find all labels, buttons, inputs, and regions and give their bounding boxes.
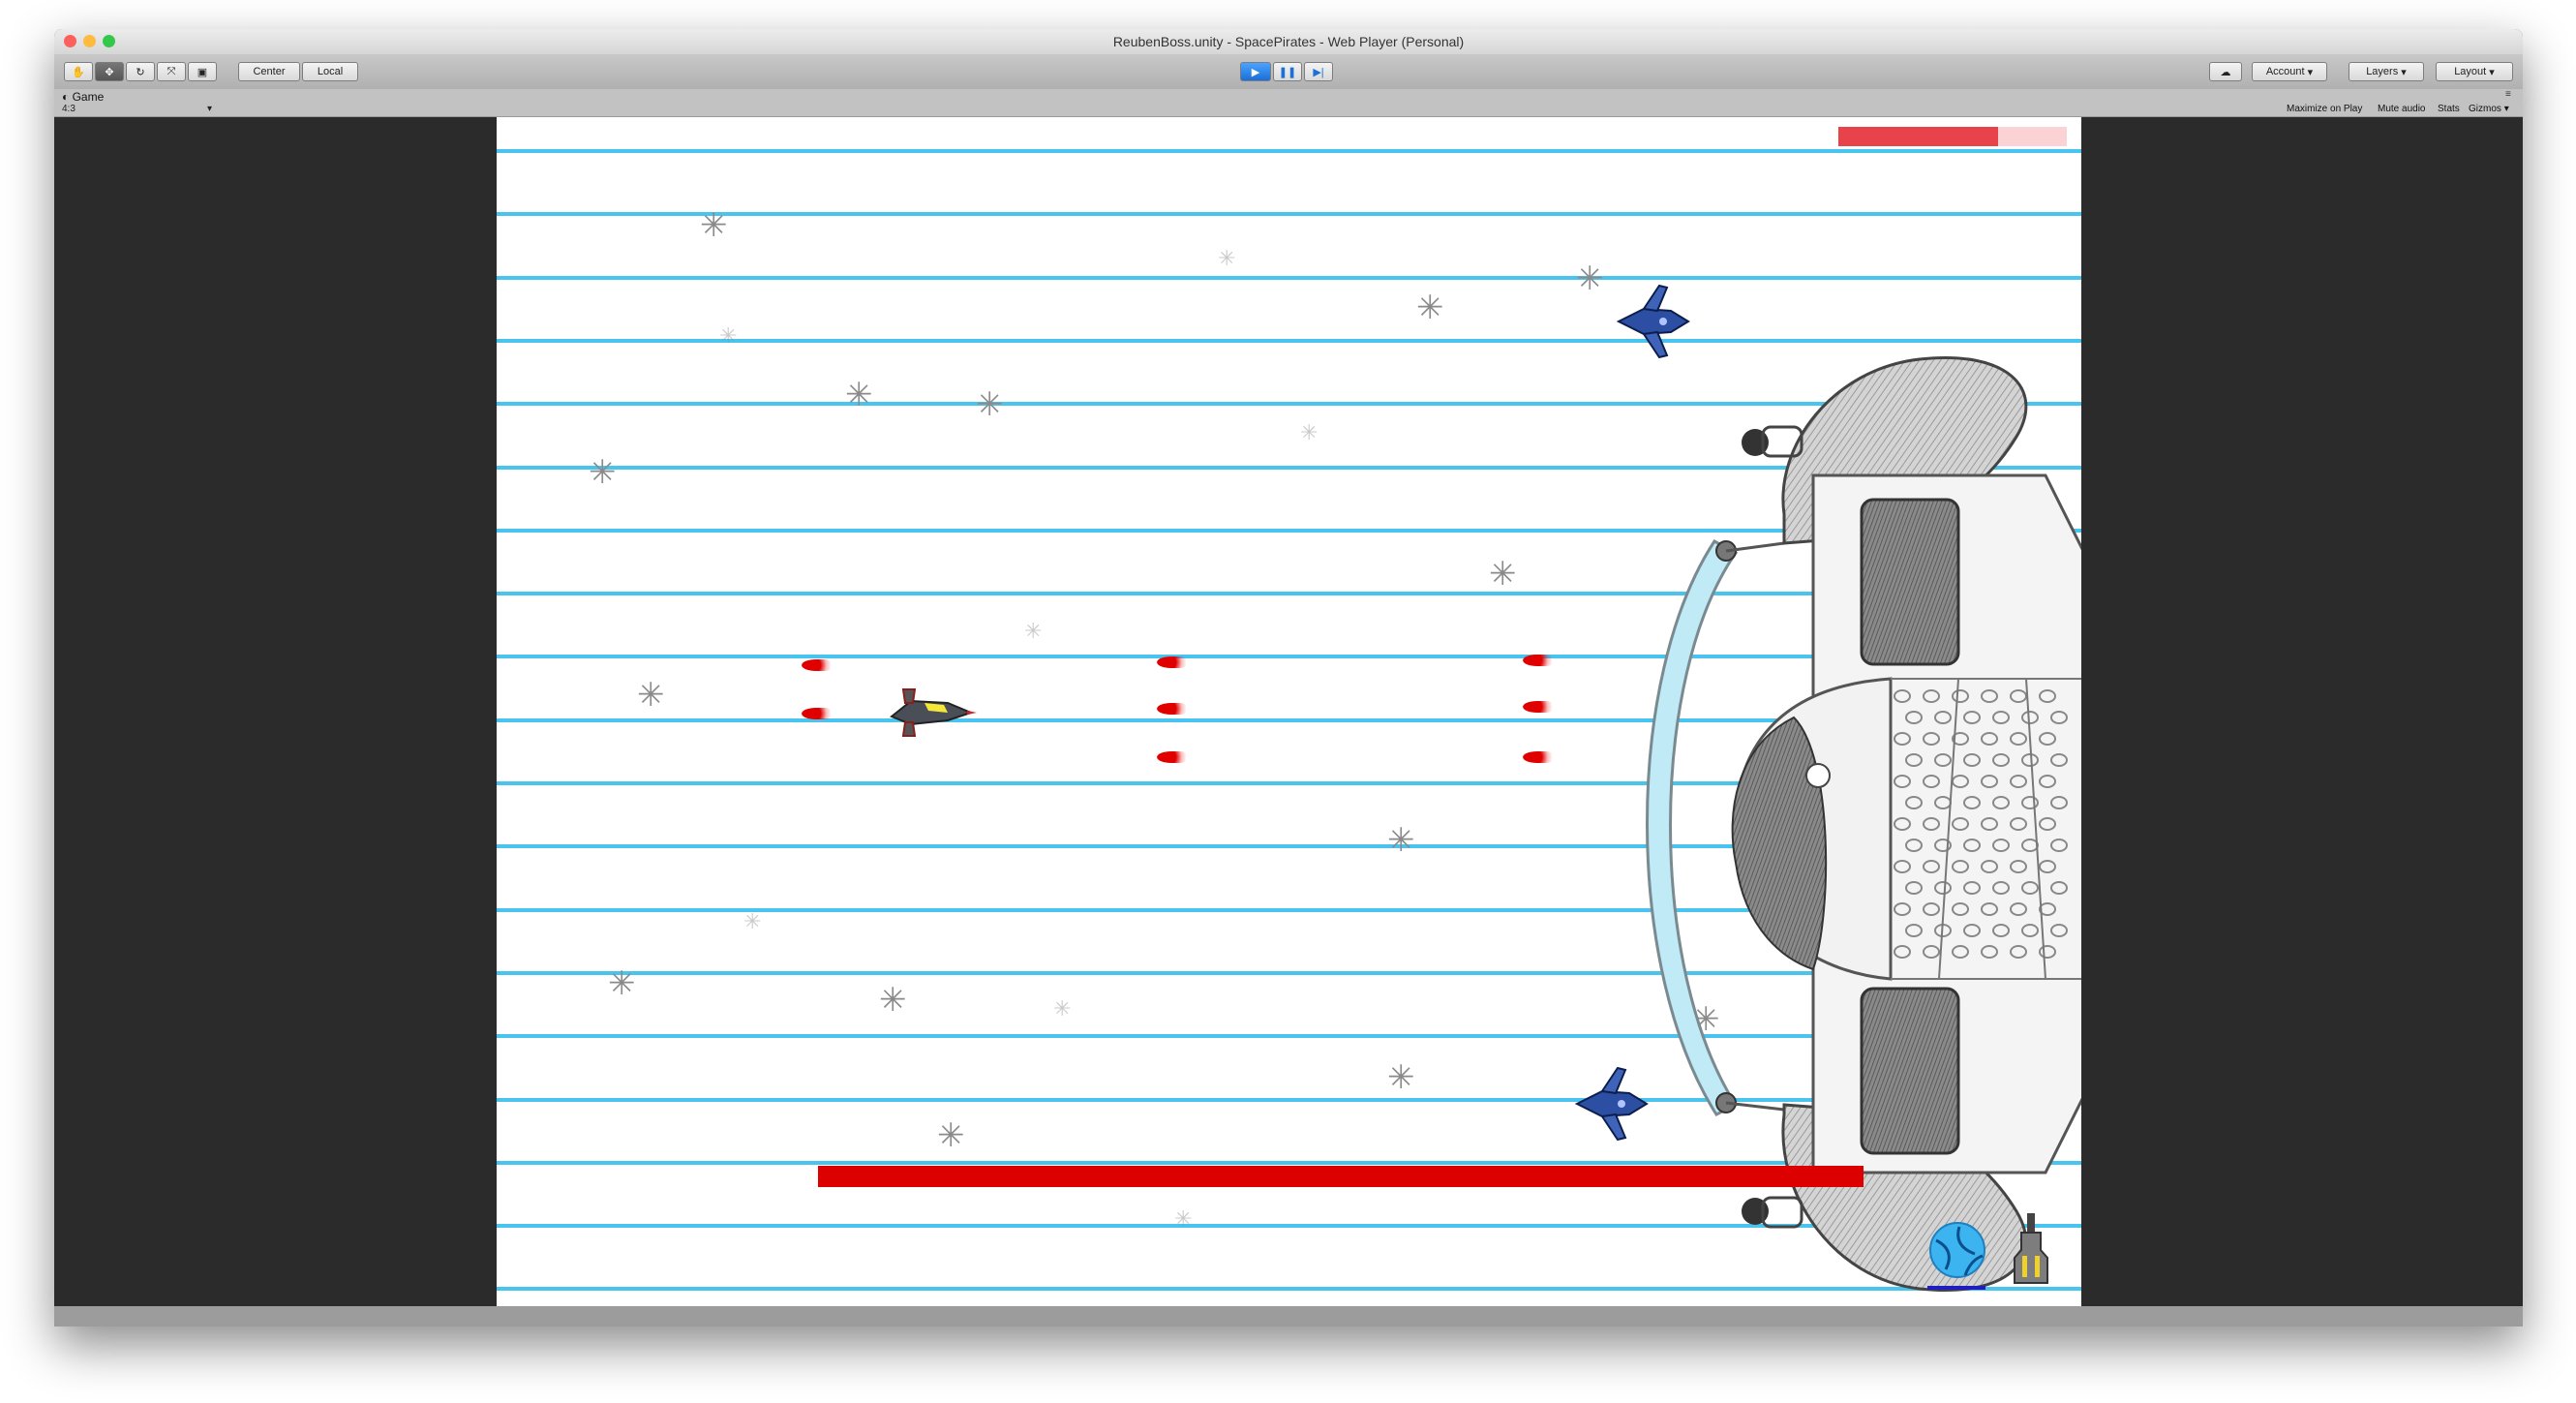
status-bar	[54, 1306, 2523, 1327]
window-title: ReubenBoss.unity - SpacePirates - Web Pl…	[1112, 34, 1465, 49]
aspect-dropdown[interactable]: 4:3 ▾	[62, 104, 212, 115]
cloud-icon: ☁	[2220, 66, 2231, 78]
pause-button[interactable]: ❚❚	[1273, 62, 1302, 81]
star-icon: ✳	[845, 377, 873, 413]
game-viewport[interactable]: ✳ ✳ ✳ ✳ ✳ ✳ ✳ ✳ ✳ ✳ ✳ ✳ ✳ ✳ ✳ ✳ ✳ ✳ ✳ ✳ ✳	[497, 117, 2081, 1306]
star-icon: ✳	[976, 386, 1004, 423]
boss-health-bar	[1838, 127, 2067, 146]
star-icon: ✳	[589, 454, 617, 491]
layout-dropdown[interactable]: Layout ▾	[2436, 62, 2513, 81]
game-tab-label: Game	[72, 90, 105, 104]
star-icon: ✳	[743, 909, 762, 933]
pivot-local-button[interactable]: Local	[302, 62, 358, 81]
enemy-bullet	[1523, 751, 1552, 763]
tab-game[interactable]: ◐ Game	[62, 90, 104, 104]
scale-icon: ⤧	[167, 65, 176, 77]
enemy-bullet	[1157, 656, 1186, 668]
enemy-bullet	[1157, 751, 1186, 763]
layout-label: Layout	[2454, 66, 2487, 77]
space-label: Local	[317, 66, 344, 77]
step-button[interactable]: ▶|	[1304, 62, 1333, 81]
star-icon: ✳	[700, 207, 728, 244]
enemy-bullet	[1523, 701, 1552, 713]
star-icon: ✳	[1174, 1206, 1193, 1231]
layers-label: Layers	[2366, 66, 2399, 77]
gizmos-label: Gizmos	[2469, 104, 2501, 114]
enemy-bullet	[1523, 655, 1552, 666]
pivot-label: Center	[253, 66, 286, 77]
star-icon: ✳	[879, 982, 907, 1019]
enemy-bullet	[1157, 703, 1186, 715]
pivot-center-button[interactable]: Center	[238, 62, 300, 81]
star-icon: ✳	[608, 965, 636, 1002]
chevron-down-icon: ▾	[2401, 66, 2407, 78]
star-icon: ✳	[1300, 420, 1318, 444]
chevron-down-icon: ▾	[2489, 66, 2495, 78]
aspect-label: 4:3	[62, 104, 76, 114]
star-icon: ✳	[637, 677, 665, 714]
account-label: Account	[2265, 66, 2305, 77]
star-icon: ✳	[1416, 290, 1444, 326]
star-icon: ✳	[1218, 246, 1236, 270]
step-icon: ▶|	[1313, 66, 1324, 78]
title-bar: ReubenBoss.unity - SpacePirates - Web Pl…	[54, 29, 2523, 55]
star-icon: ✳	[1387, 822, 1415, 859]
move-tool-button[interactable]: ✥	[95, 62, 124, 81]
star-icon: ✳	[1024, 619, 1043, 643]
play-icon: ▶	[1251, 66, 1260, 78]
game-tab-icon: ◐	[62, 90, 70, 104]
hand-icon: ✋	[72, 66, 85, 78]
chevron-down-icon: ▾	[2503, 104, 2509, 114]
player-ship	[890, 688, 977, 737]
star-icon: ✳	[1053, 996, 1072, 1021]
enemy-bullet	[802, 659, 831, 671]
play-button[interactable]: ▶	[1240, 62, 1271, 81]
toolbar: ✋ ✥ ↻ ⤧ ▣ Center Local ▶ ❚❚ ▶| ☁ Account…	[54, 54, 2523, 90]
rotate-icon: ↻	[136, 66, 145, 78]
shield-cooldown-bar	[1927, 1286, 1985, 1290]
layers-dropdown[interactable]: Layers ▾	[2349, 62, 2424, 81]
star-icon: ✳	[719, 323, 738, 348]
maximize-on-play-toggle[interactable]: Maximize on Play	[2287, 104, 2362, 114]
gizmos-dropdown[interactable]: Gizmos ▾	[2469, 104, 2509, 114]
star-icon: ✳	[1576, 260, 1604, 297]
panel-menu-icon[interactable]: ≡	[2505, 89, 2511, 100]
unity-window: ReubenBoss.unity - SpacePirates - Web Pl…	[54, 29, 2523, 1327]
mute-audio-toggle[interactable]: Mute audio	[2378, 104, 2425, 114]
rotate-tool-button[interactable]: ↻	[126, 62, 155, 81]
enemy-bullet	[802, 708, 831, 719]
scale-tool-button[interactable]: ⤧	[157, 62, 186, 81]
pause-icon: ❚❚	[1278, 66, 1297, 78]
boss-health-fill	[1838, 127, 1999, 146]
boss-ship	[1646, 356, 2081, 1292]
background-line	[497, 149, 2081, 153]
hand-tool-button[interactable]: ✋	[64, 62, 93, 81]
player-health-bar	[818, 1166, 1864, 1187]
star-icon: ✳	[937, 1117, 965, 1154]
chevron-down-icon: ▾	[206, 104, 212, 114]
star-icon: ✳	[1387, 1059, 1415, 1096]
chevron-down-icon: ▾	[2307, 66, 2314, 78]
cloud-button[interactable]: ☁	[2209, 62, 2242, 81]
account-dropdown[interactable]: Account ▾	[2252, 62, 2327, 81]
star-icon: ✳	[1489, 556, 1517, 593]
missile-icon	[2014, 1213, 2048, 1284]
stats-toggle[interactable]: Stats	[2438, 104, 2460, 114]
player-health-fill	[818, 1166, 1864, 1187]
move-icon: ✥	[105, 66, 114, 78]
background-line	[497, 212, 2081, 217]
rect-tool-button[interactable]: ▣	[188, 62, 217, 81]
game-view-header: ◐ Game 4:3 ▾ ≡ Maximize on Play Mute aud…	[54, 89, 2523, 117]
shield-orb-icon	[1929, 1222, 1985, 1278]
rect-icon: ▣	[197, 66, 208, 78]
